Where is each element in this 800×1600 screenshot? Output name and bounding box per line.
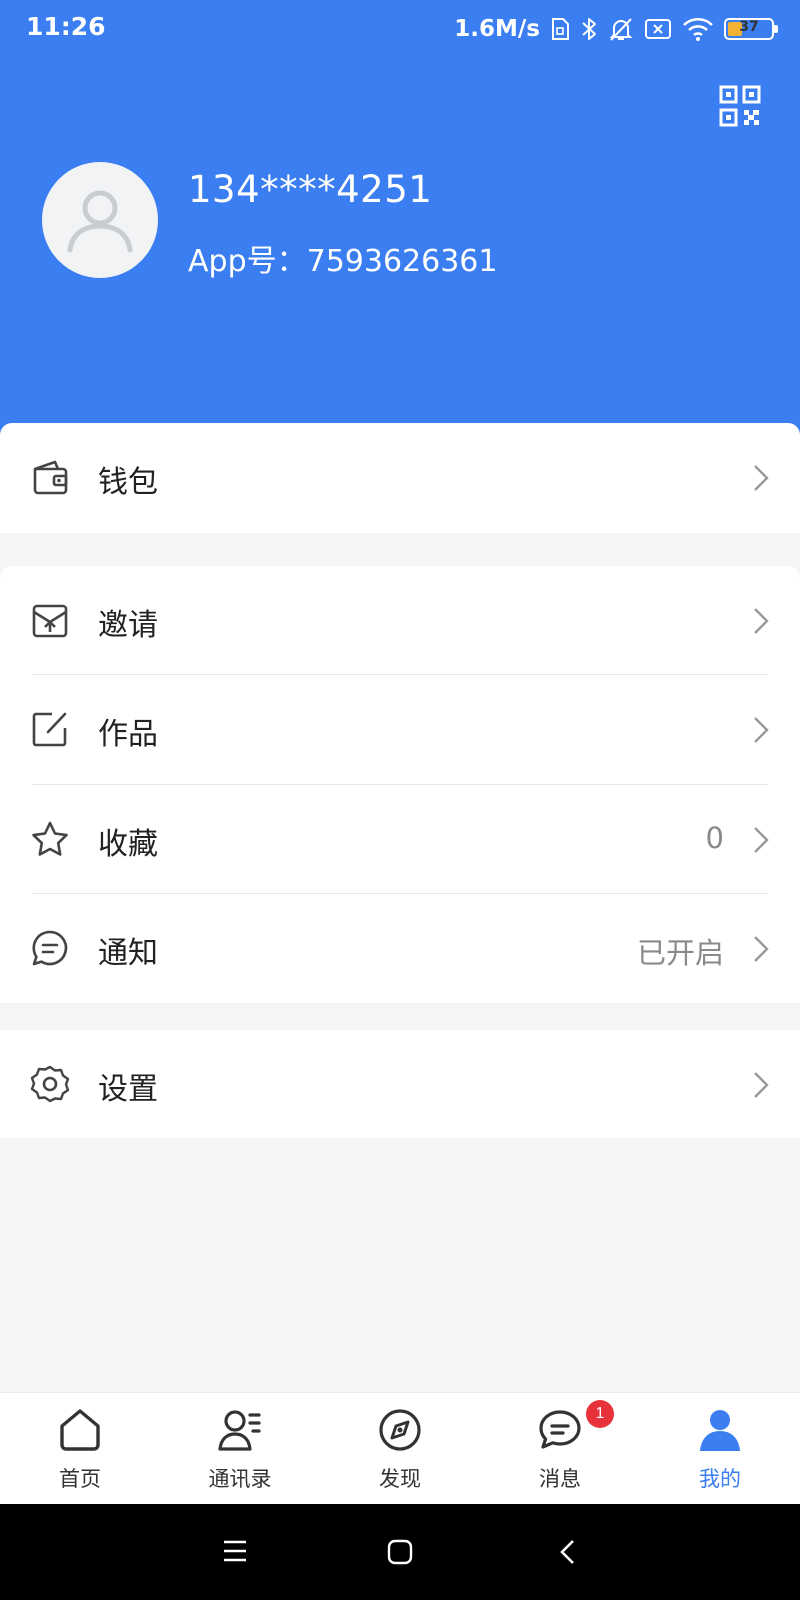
- status-time: 11:26: [26, 12, 106, 41]
- favorites-count: 0: [705, 821, 724, 855]
- gear-icon: [30, 1065, 70, 1103]
- tab-profile-label: 我的: [699, 1467, 741, 1491]
- tab-contacts[interactable]: 通讯录: [160, 1393, 320, 1505]
- contacts-icon: [218, 1410, 261, 1451]
- tab-messages-label: 消息: [539, 1467, 581, 1491]
- tab-discover[interactable]: 发现: [320, 1393, 480, 1505]
- chevron-right-icon: [754, 608, 769, 634]
- home-icon: [60, 1409, 100, 1451]
- discover-icon: [379, 1409, 421, 1451]
- settings-label: 设置: [98, 1072, 158, 1107]
- chevron-right-icon: [754, 827, 769, 853]
- battery-icon: 37: [724, 18, 778, 40]
- features-card: 邀请 作品 收藏 0 通知 已开启: [0, 566, 800, 1003]
- mute-icon: [609, 18, 633, 41]
- wifi-icon: [683, 18, 713, 41]
- message-badge: 1: [586, 1400, 614, 1428]
- notifications-label: 通知: [98, 936, 158, 971]
- bluetooth-icon: [582, 18, 596, 40]
- tab-messages[interactable]: 消息: [480, 1393, 640, 1505]
- user-phone: 134****4251: [188, 168, 433, 211]
- battery-level: 37: [739, 19, 759, 35]
- chat-bubble-icon: [32, 930, 68, 966]
- tab-profile[interactable]: 我的: [640, 1393, 800, 1505]
- menu-item-wallet[interactable]: 钱包: [0, 423, 800, 531]
- tab-contacts-label: 通讯录: [208, 1467, 272, 1491]
- status-bar: 11:26 1.6M/s 37: [0, 0, 800, 58]
- edit-icon: [32, 712, 67, 747]
- status-icons: 1.6M/s 37: [454, 12, 778, 46]
- star-icon: [32, 821, 68, 856]
- menu-item-favorites[interactable]: 收藏 0: [0, 785, 800, 893]
- home-button-icon[interactable]: [386, 1538, 414, 1566]
- tab-discover-label: 发现: [379, 1467, 421, 1491]
- user-placeholder-icon: [67, 190, 133, 253]
- notifications-status: 已开启: [636, 936, 724, 970]
- wallet-label: 钱包: [98, 465, 158, 500]
- profile-header: 11:26 1.6M/s 37 134****4251 App号：7593626…: [0, 0, 800, 440]
- wallet-icon: [33, 460, 68, 495]
- user-app-id: App号：7593626361: [188, 244, 498, 279]
- no-sim-icon: [645, 19, 671, 39]
- menu-item-invite[interactable]: 邀请: [0, 566, 800, 674]
- works-label: 作品: [98, 717, 158, 752]
- sim-icon: [552, 18, 569, 40]
- menu-item-works[interactable]: 作品: [0, 675, 800, 783]
- settings-card: 设置: [0, 1030, 800, 1138]
- system-nav-bar: [0, 1504, 800, 1600]
- chevron-right-icon: [754, 465, 769, 491]
- avatar[interactable]: [42, 162, 158, 278]
- back-icon[interactable]: [558, 1538, 578, 1566]
- message-icon: [539, 1410, 581, 1449]
- chevron-right-icon: [754, 936, 769, 962]
- wallet-card: 钱包: [0, 423, 800, 533]
- invite-icon: [32, 604, 68, 638]
- tab-home[interactable]: 首页: [0, 1393, 160, 1505]
- menu-item-notifications[interactable]: 通知 已开启: [0, 894, 800, 1002]
- qr-code-icon[interactable]: [718, 84, 762, 128]
- tab-home-label: 首页: [59, 1467, 101, 1491]
- bottom-tab-bar: 首页 通讯录 发现 消息 我的: [0, 1392, 800, 1504]
- profile-icon: [700, 1410, 740, 1451]
- favorites-label: 收藏: [98, 827, 158, 862]
- menu-item-settings[interactable]: 设置: [0, 1030, 800, 1138]
- menu-icon[interactable]: [222, 1538, 248, 1564]
- invite-label: 邀请: [98, 608, 158, 643]
- chevron-right-icon: [754, 1072, 769, 1098]
- network-speed: 1.6M/s: [454, 16, 540, 42]
- chevron-right-icon: [754, 717, 769, 743]
